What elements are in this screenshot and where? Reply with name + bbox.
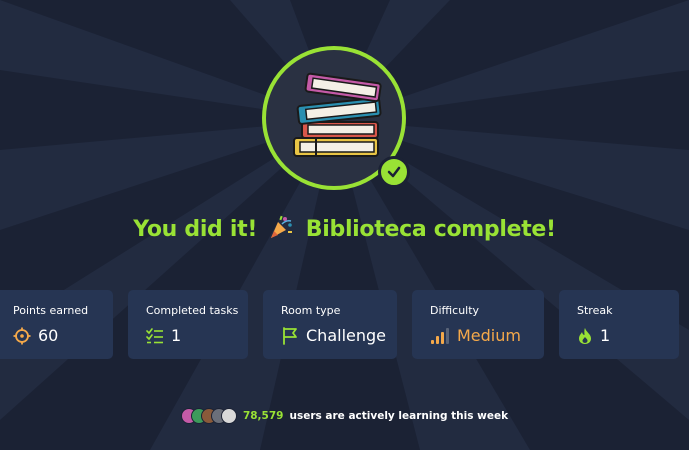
stat-value: 60: [38, 326, 59, 345]
flag-icon: [283, 326, 297, 345]
party-popper-icon: [271, 215, 293, 238]
stat-card-points: Points earned 60: [0, 290, 113, 359]
stat-value: Medium: [457, 326, 521, 345]
stat-label: Room type: [281, 304, 341, 317]
stat-label: Points earned: [13, 304, 89, 317]
active-users-footer: 78,579 users are actively learning this …: [0, 408, 689, 424]
avatar-group: [180, 408, 237, 424]
checklist-icon: [146, 327, 163, 343]
checkmark-icon: [378, 156, 410, 188]
title-prefix: You did it!: [133, 217, 258, 242]
stat-card-completed-tasks: Completed tasks 1: [128, 290, 248, 359]
signal-bars-icon: [431, 327, 449, 344]
stat-value: 1: [171, 326, 182, 345]
active-users-count: 78,579: [242, 410, 284, 422]
stat-card-streak: Streak 1: [559, 290, 679, 359]
target-icon: [13, 327, 31, 344]
stat-value: Challenge: [306, 326, 386, 345]
avatar: [220, 408, 237, 424]
stat-label: Completed tasks: [146, 304, 239, 317]
stat-label: Streak: [577, 304, 613, 317]
stat-card-room-type: Room type Challenge: [263, 290, 397, 359]
flame-icon: [579, 327, 591, 344]
title-suffix: Biblioteca complete!: [305, 217, 556, 242]
completion-title: You did it! Biblioteca complete!: [0, 214, 689, 242]
active-users-text: users are actively learning this week: [289, 410, 509, 422]
stat-value: 1: [600, 326, 611, 345]
stat-card-difficulty: Difficulty Medium: [412, 290, 544, 359]
stat-label: Difficulty: [430, 304, 480, 317]
